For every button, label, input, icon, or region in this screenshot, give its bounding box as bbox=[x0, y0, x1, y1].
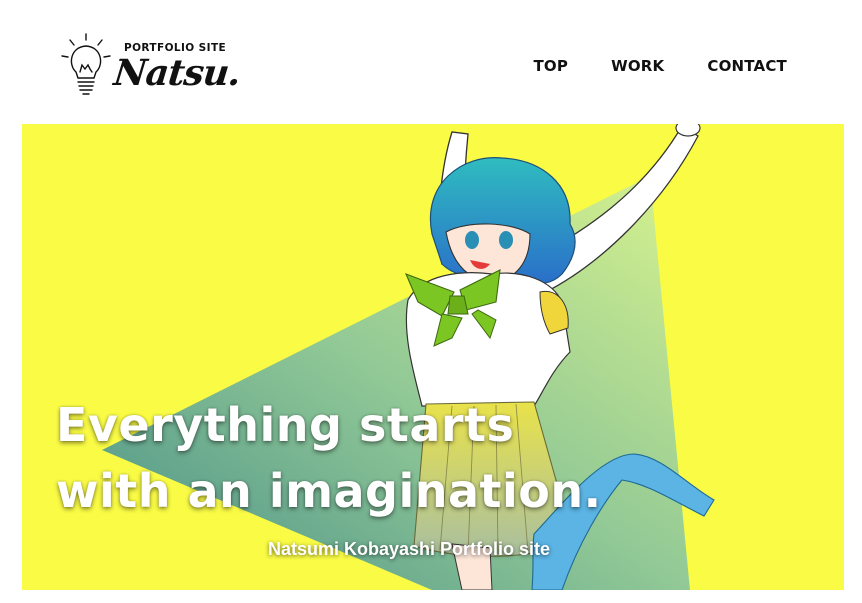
site-header: PORTFOLIO SITE Natsu. TOP WORK CONTACT bbox=[0, 0, 862, 124]
nav-link-top[interactable]: TOP bbox=[534, 57, 569, 75]
hero-subtitle: Natsumi Kobayashi Portfolio site bbox=[268, 539, 551, 559]
headline-line-1: Everything starts bbox=[56, 398, 515, 452]
nav-link-contact[interactable]: CONTACT bbox=[707, 57, 787, 75]
site-logo[interactable]: PORTFOLIO SITE Natsu. bbox=[58, 32, 248, 104]
lightbulb-icon bbox=[61, 33, 111, 95]
headline-line-2: with an imagination. bbox=[56, 464, 602, 518]
hero-headline: Everything starts with an imagination. bbox=[56, 392, 602, 524]
logo-wordmark: Natsu. bbox=[111, 52, 243, 94]
main-nav: TOP WORK CONTACT bbox=[534, 57, 788, 75]
nav-link-work[interactable]: WORK bbox=[611, 57, 664, 75]
hero-banner: Everything starts with an imagination. N… bbox=[22, 124, 844, 590]
